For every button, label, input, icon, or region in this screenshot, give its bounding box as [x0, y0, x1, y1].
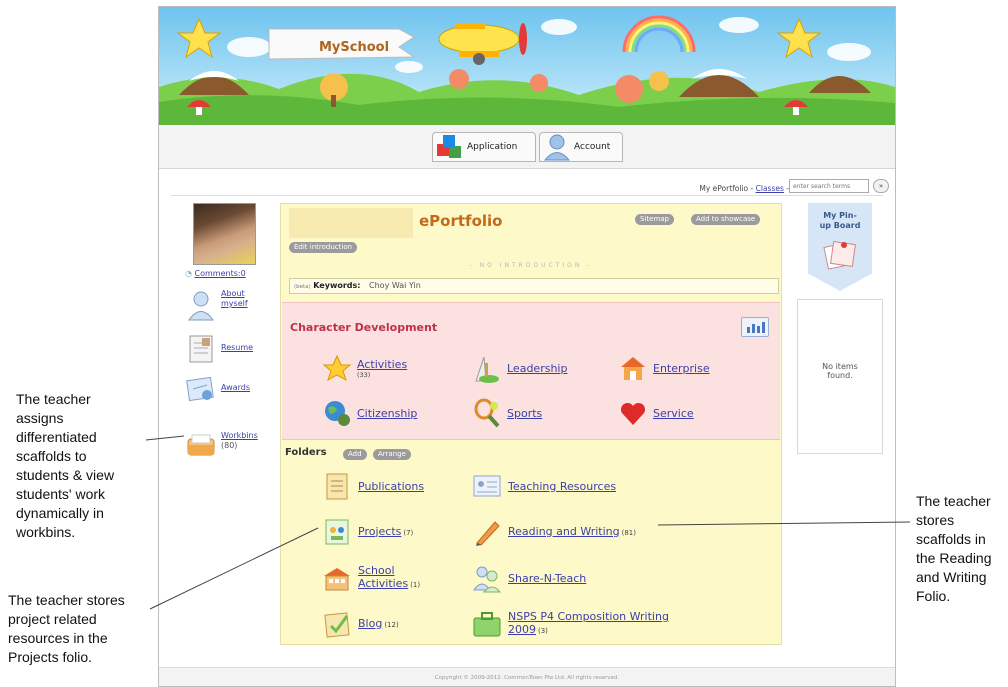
annotation-leader-lines: [145, 435, 911, 610]
